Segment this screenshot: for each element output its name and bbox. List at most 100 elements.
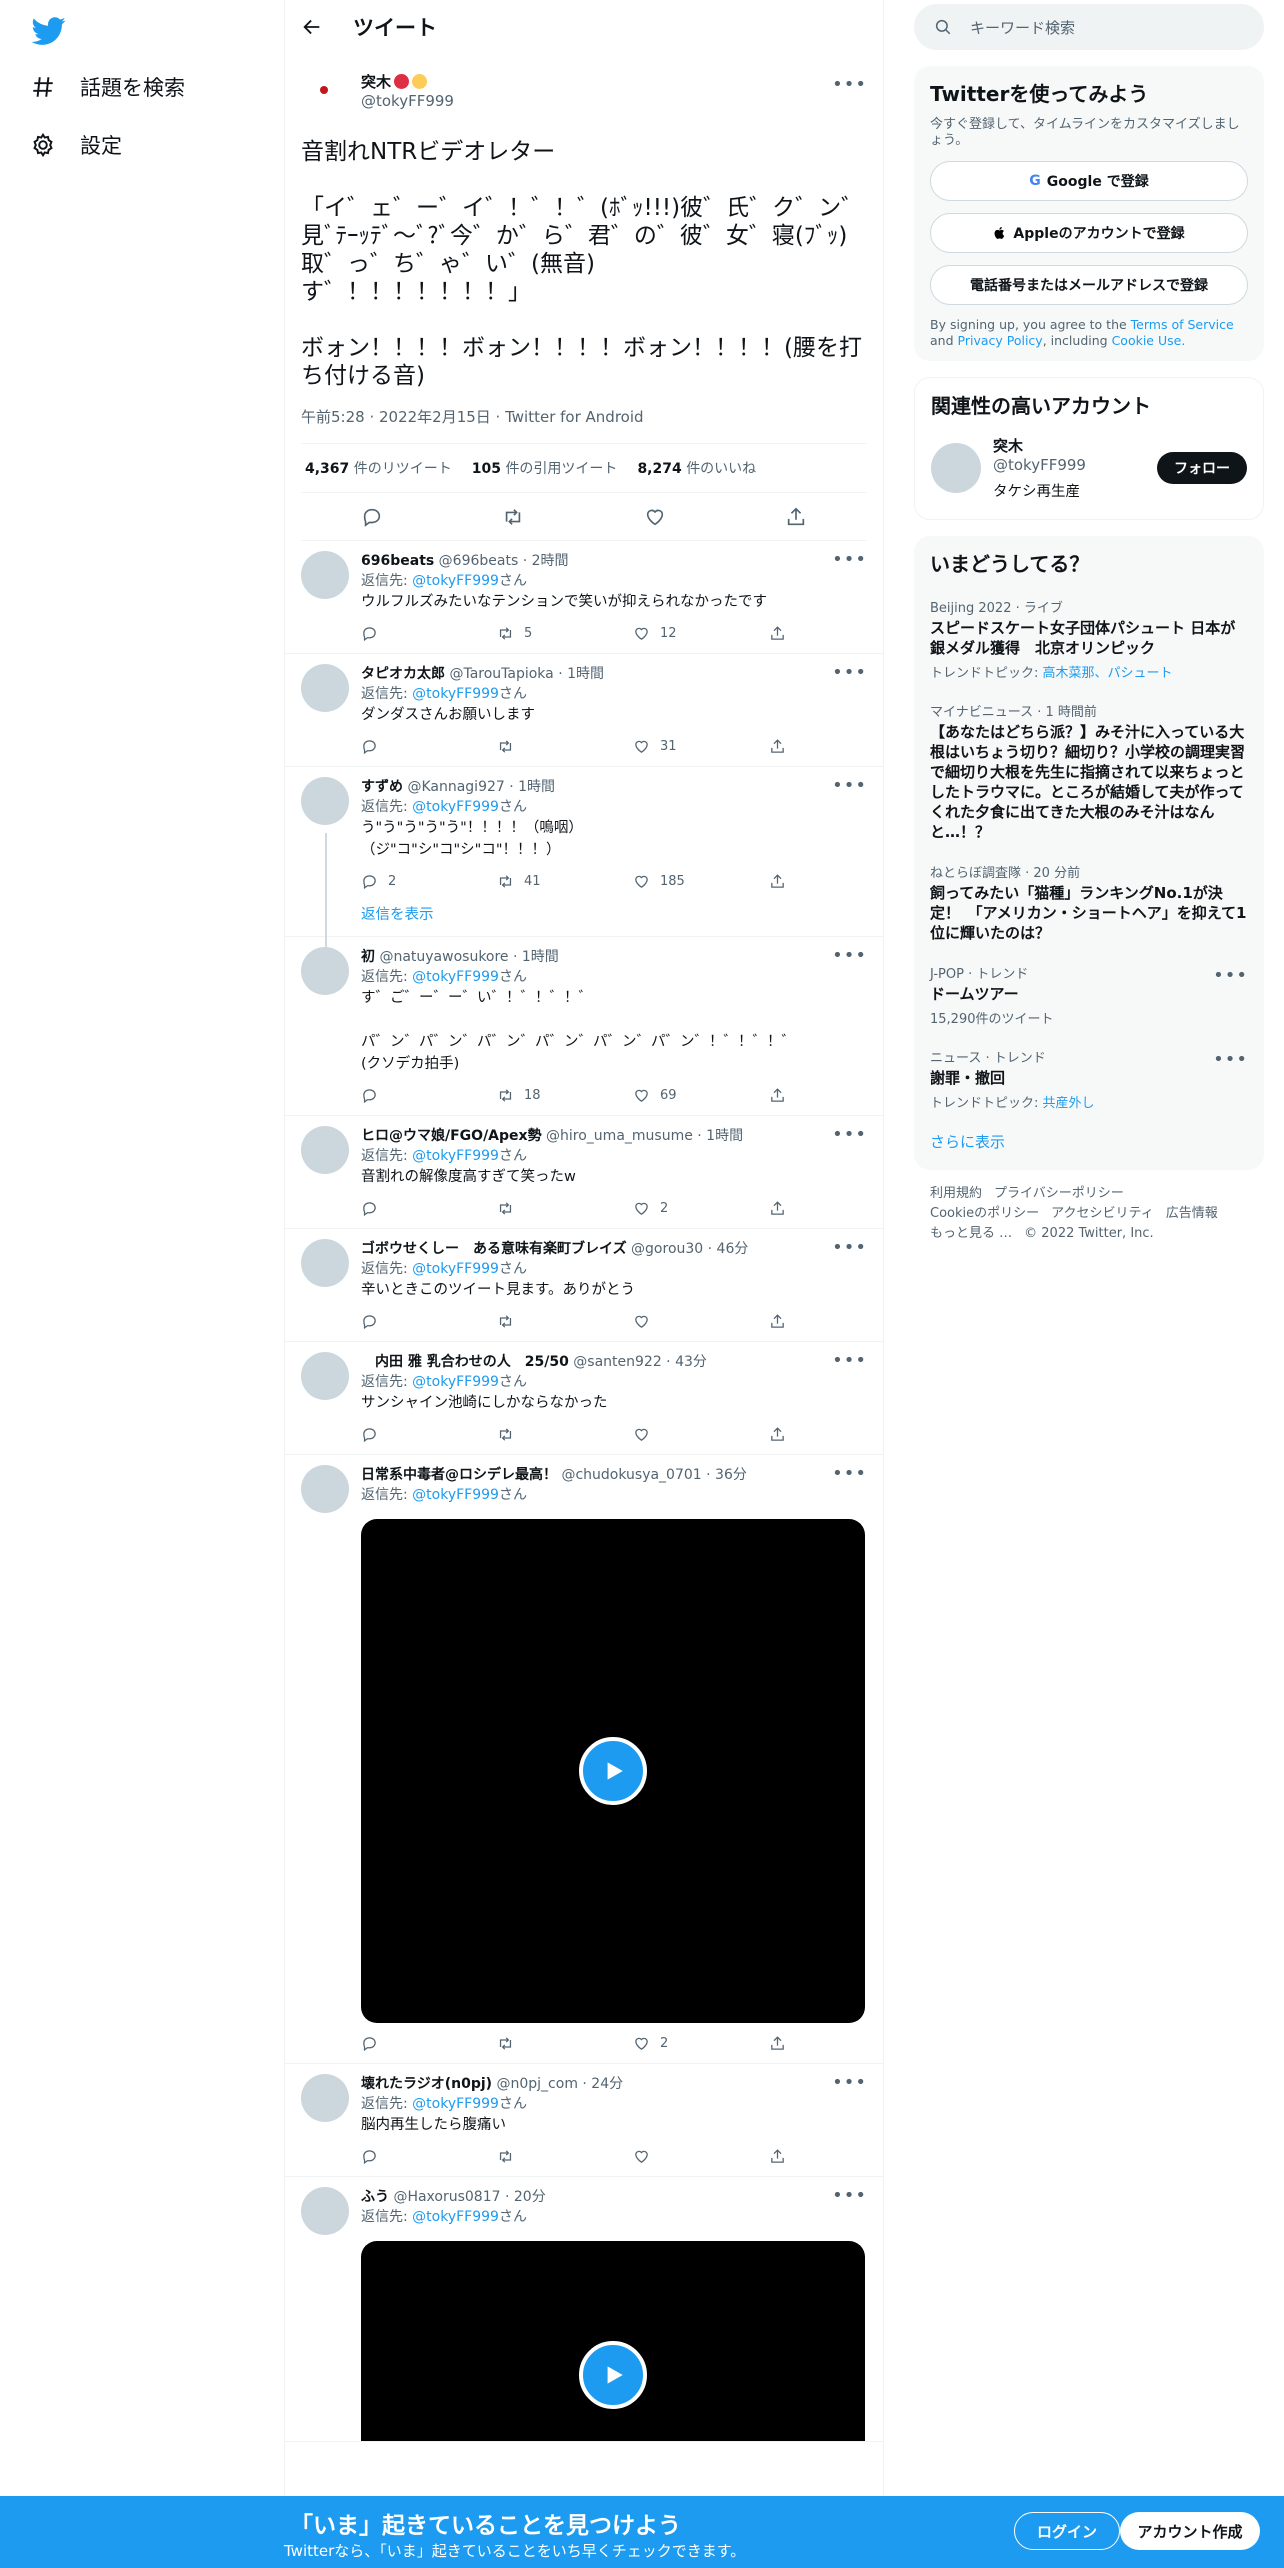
share-button[interactable]	[769, 1087, 809, 1104]
reply-author-name[interactable]: 壊れたラジオ(n0pj)	[361, 2076, 492, 2092]
show-replies-link[interactable]: 返信を表示	[285, 901, 883, 937]
avatar[interactable]	[301, 2074, 349, 2122]
more-icon[interactable]: •••	[832, 775, 867, 796]
reply-author-name[interactable]: 内田 雅 乳合わせの人 25/50	[361, 1354, 569, 1370]
avatar[interactable]	[301, 1239, 349, 1287]
avatar[interactable]	[301, 551, 349, 599]
reply-to-link[interactable]: @tokyFF999	[412, 686, 499, 702]
more-icon[interactable]: •••	[832, 1124, 867, 1145]
trend-topic-link[interactable]: 共産外し	[1043, 1096, 1095, 1111]
avatar[interactable]	[301, 66, 349, 114]
retweet-count[interactable]: 4,367 件のリツイート	[305, 458, 452, 478]
twitter-logo-icon[interactable]	[30, 14, 68, 48]
cookie-link[interactable]: Cookie Use.	[1112, 333, 1186, 348]
search-input[interactable]: キーワード検索	[970, 17, 1075, 38]
reply-tweet[interactable]: ふう @Haxorus0817 · 20分 返信先: @tokyFF999さん ••…	[285, 2177, 883, 2442]
reply-to-link[interactable]: @tokyFF999	[412, 2209, 499, 2225]
quote-count[interactable]: 105 件の引用ツイート	[472, 458, 618, 478]
more-icon[interactable]: •••	[1213, 1049, 1248, 1070]
reply-button[interactable]	[361, 2148, 497, 2165]
retweet-button[interactable]: 18	[497, 1087, 633, 1104]
trend-item[interactable]: J-POP · トレンド ドームツアー 15,290件のツイート •••	[930, 953, 1248, 1037]
back-arrow-icon[interactable]	[301, 16, 323, 38]
like-button[interactable]: 12	[633, 625, 769, 642]
phone-signup-button[interactable]: 電話番号またはメールアドレスで登録	[930, 265, 1248, 305]
reply-author-handle[interactable]: @gorou30 · 46分	[631, 1241, 748, 1257]
trend-item[interactable]: ニュース · トレンド 謝罪・撤回 トレンドトピック: 共産外し •••	[930, 1037, 1248, 1121]
reply-author-handle[interactable]: @hiro_uma_musume · 1時間	[546, 1128, 743, 1144]
reply-tweet[interactable]: ゴボウせくしー ある意味有楽町ブレイズ @gorou30 · 46分 返信先: @…	[285, 1229, 883, 1342]
login-button[interactable]: ログイン	[1014, 2512, 1120, 2550]
reply-author-name[interactable]: ゴボウせくしー ある意味有楽町ブレイズ	[361, 1241, 627, 1257]
reply-author-handle[interactable]: @santen922 · 43分	[573, 1354, 707, 1370]
avatar[interactable]	[301, 2187, 349, 2235]
reply-author-handle[interactable]: @TarouTapioka · 1時間	[449, 666, 604, 682]
like-button[interactable]	[633, 1426, 769, 1443]
more-icon[interactable]: •••	[1213, 965, 1248, 986]
reply-icon[interactable]	[361, 506, 383, 528]
avatar[interactable]	[931, 443, 981, 493]
reply-tweet[interactable]: 日常系中毒者@ロシデレ最高！ @chudokusya_0701 · 36分 返信先…	[285, 1455, 883, 2064]
play-icon[interactable]	[579, 2341, 647, 2409]
search-bar[interactable]: キーワード検索	[914, 4, 1264, 50]
like-button[interactable]: 2	[633, 1200, 769, 1217]
video-player[interactable]	[361, 2241, 865, 2441]
reply-button[interactable]	[361, 1087, 497, 1104]
share-button[interactable]	[769, 738, 809, 755]
reply-to-link[interactable]: @tokyFF999	[412, 573, 499, 589]
retweet-button[interactable]	[497, 2148, 633, 2165]
privacy-link[interactable]: Privacy Policy	[958, 333, 1043, 348]
trend-topic-link[interactable]: 高木菜那、パシュート	[1043, 666, 1173, 681]
reply-to-link[interactable]: @tokyFF999	[412, 969, 499, 985]
google-signup-button[interactable]: G Google で登録	[930, 161, 1248, 201]
share-icon[interactable]	[785, 506, 807, 528]
reply-author-name[interactable]: ふう	[361, 2189, 389, 2205]
reply-to-link[interactable]: @tokyFF999	[412, 1261, 499, 1277]
footer-link[interactable]: 利用規約	[930, 1186, 982, 1201]
reply-to-link[interactable]: @tokyFF999	[412, 2096, 499, 2112]
share-button[interactable]	[769, 1313, 809, 1330]
retweet-button[interactable]	[497, 1426, 633, 1443]
share-button[interactable]	[769, 2035, 809, 2052]
like-button[interactable]: 31	[633, 738, 769, 755]
more-icon[interactable]: •••	[832, 2072, 867, 2093]
like-count[interactable]: 8,274 件のいいね	[637, 458, 756, 478]
reply-to-link[interactable]: @tokyFF999	[412, 1374, 499, 1390]
reply-author-handle[interactable]: @696beats · 2時間	[439, 553, 569, 569]
footer-link[interactable]: Cookieのポリシー	[930, 1206, 1039, 1221]
video-player[interactable]	[361, 1519, 865, 2023]
reply-author-handle[interactable]: @Haxorus0817 · 20分	[393, 2189, 545, 2205]
reply-button[interactable]	[361, 2035, 497, 2052]
user-name[interactable]: 突木	[361, 71, 454, 92]
show-more-link[interactable]: さらに表示	[930, 1133, 1005, 1151]
reply-author-name[interactable]: すずめ	[361, 779, 403, 795]
retweet-button[interactable]	[497, 2035, 633, 2052]
reply-to-link[interactable]: @tokyFF999	[412, 1148, 499, 1164]
reply-tweet[interactable]: 初 @natuyawosukore · 1時間 返信先: @tokyFF999さん…	[285, 937, 883, 1116]
reply-button[interactable]	[361, 1426, 497, 1443]
avatar[interactable]	[301, 664, 349, 712]
reply-author-name[interactable]: 日常系中毒者@ロシデレ最高！	[361, 1467, 557, 1483]
more-icon[interactable]: •••	[832, 945, 867, 966]
reply-author-name[interactable]: タピオカ太郎	[361, 666, 445, 682]
user-handle[interactable]: @tokyFF999	[361, 92, 454, 110]
reply-to-link[interactable]: @tokyFF999	[412, 799, 499, 815]
follow-button[interactable]: フォロー	[1157, 452, 1247, 484]
avatar[interactable]	[301, 777, 349, 825]
tweet-timestamp[interactable]: 午前5:28 · 2022年2月15日 · Twitter for Androi…	[301, 406, 867, 444]
reply-button[interactable]	[361, 738, 497, 755]
retweet-button[interactable]	[497, 738, 633, 755]
more-icon[interactable]: •••	[832, 74, 867, 95]
trend-item[interactable]: ねとらぼ調査隊 · 20 分前 飼ってみたい「猫種」ランキングNo.1が決定！ 「…	[930, 852, 1248, 953]
more-icon[interactable]: •••	[832, 1237, 867, 1258]
reply-tweet[interactable]: 内田 雅 乳合わせの人 25/50 @santen922 · 43分 返信先: @…	[285, 1342, 883, 1455]
nav-explore[interactable]: 話題を検索	[30, 67, 185, 107]
footer-link[interactable]: プライバシーポリシー	[994, 1186, 1124, 1201]
share-button[interactable]	[769, 625, 809, 642]
avatar[interactable]	[301, 1126, 349, 1174]
more-icon[interactable]: •••	[832, 662, 867, 683]
like-button[interactable]	[633, 2148, 769, 2165]
footer-link[interactable]: もっと見る …	[930, 1226, 1012, 1241]
like-button[interactable]: 185	[633, 873, 769, 890]
more-icon[interactable]: •••	[832, 1463, 867, 1484]
